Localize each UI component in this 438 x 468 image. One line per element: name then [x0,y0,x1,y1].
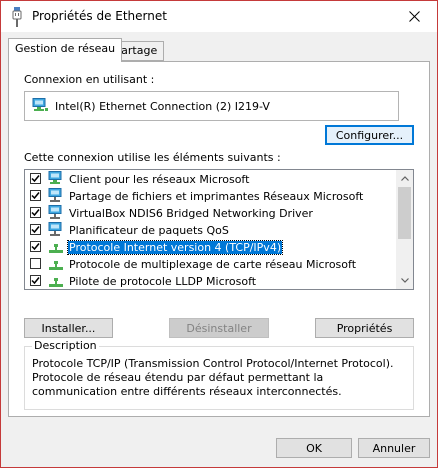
item-label: Client pour les réseaux Microsoft [69,173,250,186]
network-service-icon [48,205,62,219]
description-group: Description Protocole TCP/IP (Transmissi… [24,339,414,410]
check-icon [31,243,40,251]
check-icon [31,277,40,285]
item-label: Partage de fichiers et imprimantes Résea… [69,190,364,203]
properties-button[interactable]: Propriétés [315,318,414,338]
adapter-field: Intel(R) Ethernet Connection (2) I219-V [24,91,399,121]
connection-label: Connexion en utilisant : [24,73,155,86]
tab-gestion-reseau[interactable]: Gestion de réseau [8,38,123,62]
item-checkbox[interactable] [30,275,41,286]
network-service-icon [48,188,62,202]
items-label: Cette connexion utilise les éléments sui… [24,151,281,164]
check-icon [31,209,40,217]
ok-button[interactable]: OK [276,438,352,458]
window-title: Propriétés de Ethernet [32,9,167,23]
protocol-icon [49,278,63,287]
protocol-icon [49,261,63,270]
title-bar[interactable]: Propriétés de Ethernet [1,1,437,32]
chevron-up-icon [400,176,409,181]
item-label: Protocole de multiplexage de carte résea… [69,258,357,271]
chevron-down-icon [400,278,409,283]
check-icon [31,175,40,183]
list-item[interactable]: Partage de fichiers et imprimantes Résea… [25,188,397,205]
uninstall-button: Désinstaller [169,318,269,338]
configure-button[interactable]: Configurer... [325,125,414,145]
ethernet-properties-window: Propriétés de Ethernet Gestion de réseau… [0,0,438,468]
item-checkbox[interactable] [30,173,41,184]
item-checkbox[interactable] [30,241,41,252]
protocol-icon [49,244,63,253]
components-list[interactable]: Client pour les réseaux Microsoft Partag… [24,169,414,290]
item-label: VirtualBox NDIS6 Bridged Networking Driv… [69,207,313,220]
item-label: Protocole Internet version 4 (TCP/IPv4) [66,240,284,255]
item-checkbox[interactable] [30,258,41,269]
list-item[interactable]: Protocole de multiplexage de carte résea… [25,256,397,273]
scroll-thumb[interactable] [398,187,411,239]
tab-panel: Connexion en utilisant : Intel(R) Ethern… [8,61,430,417]
scroll-up-button[interactable] [396,170,413,187]
list-item[interactable]: Pilote de protocole LLDP Microsoft [25,273,397,289]
list-item-selected[interactable]: Protocole Internet version 4 (TCP/IPv4) [25,239,397,256]
network-service-icon [48,222,62,236]
list-item[interactable]: Client pour les réseaux Microsoft [25,171,397,188]
description-text: Protocole TCP/IP (Transmission Control P… [32,357,394,398]
item-label: Planificateur de paquets QoS [69,224,229,237]
item-label: Pilote de protocole LLDP Microsoft [69,275,257,288]
check-icon [31,192,40,200]
close-button[interactable] [391,1,437,32]
item-checkbox[interactable] [30,207,41,218]
close-icon [408,11,420,22]
network-adapter-icon [32,98,48,111]
list-item[interactable]: VirtualBox NDIS6 Bridged Networking Driv… [25,205,397,222]
item-checkbox[interactable] [30,224,41,235]
scroll-down-button[interactable] [396,272,413,289]
network-client-icon [48,171,62,184]
ethernet-plug-icon [12,7,22,27]
install-button[interactable]: Installer... [24,318,113,338]
list-item[interactable]: Planificateur de paquets QoS [25,222,397,239]
check-icon [31,226,40,234]
list-scrollbar[interactable] [396,170,413,289]
item-checkbox[interactable] [30,190,41,201]
adapter-name: Intel(R) Ethernet Connection (2) I219-V [55,100,270,113]
description-title: Description [32,339,99,352]
cancel-button[interactable]: Annuler [358,438,430,458]
